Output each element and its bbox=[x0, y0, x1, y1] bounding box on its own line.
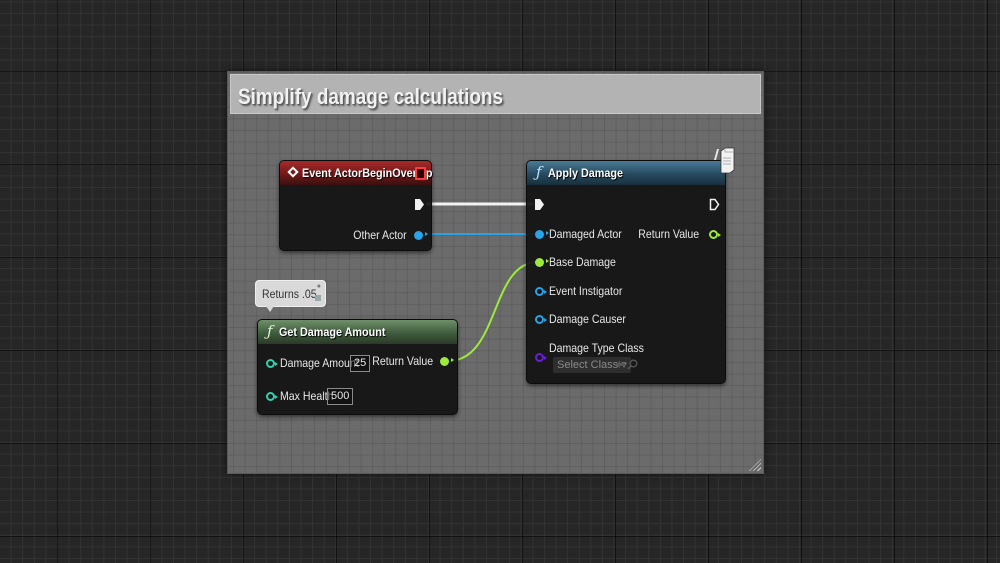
node-header[interactable]: ƒ Apply Damage bbox=[527, 161, 725, 185]
damage-amount-pin-icon[interactable] bbox=[266, 359, 278, 368]
delegate-pin-icon[interactable] bbox=[415, 167, 426, 180]
pin-label-damaged-actor: Damaged Actor bbox=[549, 227, 622, 241]
pin-label-damage-type-class: Damage Type Class bbox=[549, 341, 644, 355]
comment-header[interactable]: Simplify damage calculations bbox=[230, 74, 761, 114]
node-title: Event ActorBeginOverlap bbox=[302, 166, 433, 180]
get-damage-amount-node[interactable]: ƒ Get Damage Amount Damage Amount 25 Ret… bbox=[257, 319, 458, 415]
toggle-comment-icon[interactable] bbox=[315, 295, 321, 301]
return-value-pin-icon[interactable] bbox=[709, 230, 721, 239]
node-title: Get Damage Amount bbox=[279, 325, 386, 339]
exec-out-pin-icon[interactable] bbox=[414, 198, 425, 211]
return-value-pin-icon[interactable] bbox=[440, 357, 454, 366]
node-title: Apply Damage bbox=[548, 166, 624, 180]
damage-causer-pin-icon[interactable] bbox=[535, 315, 547, 324]
node-comment-bubble[interactable]: Returns .05 ● bbox=[255, 280, 326, 312]
node-header[interactable]: ƒ Get Damage Amount bbox=[258, 320, 457, 344]
pin-label-base-damage: Base Damage bbox=[549, 255, 616, 269]
pin-label-damage-causer: Damage Causer bbox=[549, 312, 626, 326]
max-health-input[interactable]: 500 bbox=[327, 388, 354, 405]
use-selected-arrow-icon[interactable] bbox=[615, 359, 626, 370]
event-actor-begin-overlap-node[interactable]: Event ActorBeginOverlap Other Actor bbox=[279, 160, 432, 251]
pin-label-event-instigator: Event Instigator bbox=[549, 284, 623, 298]
event-instigator-pin-icon[interactable] bbox=[535, 287, 547, 296]
exec-out-pin-icon[interactable] bbox=[709, 198, 720, 211]
damaged-actor-pin-icon[interactable] bbox=[535, 230, 549, 239]
browse-search-icon[interactable] bbox=[627, 359, 638, 370]
base-damage-pin-icon[interactable] bbox=[535, 258, 549, 267]
function-icon: ƒ bbox=[267, 322, 273, 340]
pin-label-damage-amount: Damage Amount bbox=[280, 356, 359, 370]
node-comment-text: Returns .05 bbox=[262, 287, 317, 301]
max-health-pin-icon[interactable] bbox=[266, 392, 278, 401]
pin-label-return-value: Return Value bbox=[638, 227, 699, 241]
comment-title: Simplify damage calculations bbox=[238, 84, 503, 109]
pin-comment-icon[interactable]: ● bbox=[317, 283, 321, 290]
apply-damage-node[interactable]: ƒ Apply Damage Damaged Actor Return Valu… bbox=[526, 160, 726, 384]
pin-label-other-actor: Other Actor bbox=[353, 228, 407, 242]
damage-amount-input[interactable]: 25 bbox=[350, 355, 371, 372]
event-diamond-icon bbox=[287, 166, 299, 178]
function-icon: ƒ bbox=[536, 163, 542, 181]
server-only-icon bbox=[714, 147, 735, 174]
other-actor-pin-icon[interactable] bbox=[414, 231, 428, 240]
pin-label-max-health: Max Health bbox=[280, 389, 334, 403]
node-header[interactable]: Event ActorBeginOverlap bbox=[280, 161, 433, 185]
resize-grip[interactable] bbox=[749, 459, 761, 471]
pin-label-return-value: Return Value bbox=[372, 354, 433, 368]
damage-type-class-pin-icon[interactable] bbox=[535, 353, 547, 362]
exec-in-pin-icon[interactable] bbox=[534, 198, 545, 211]
